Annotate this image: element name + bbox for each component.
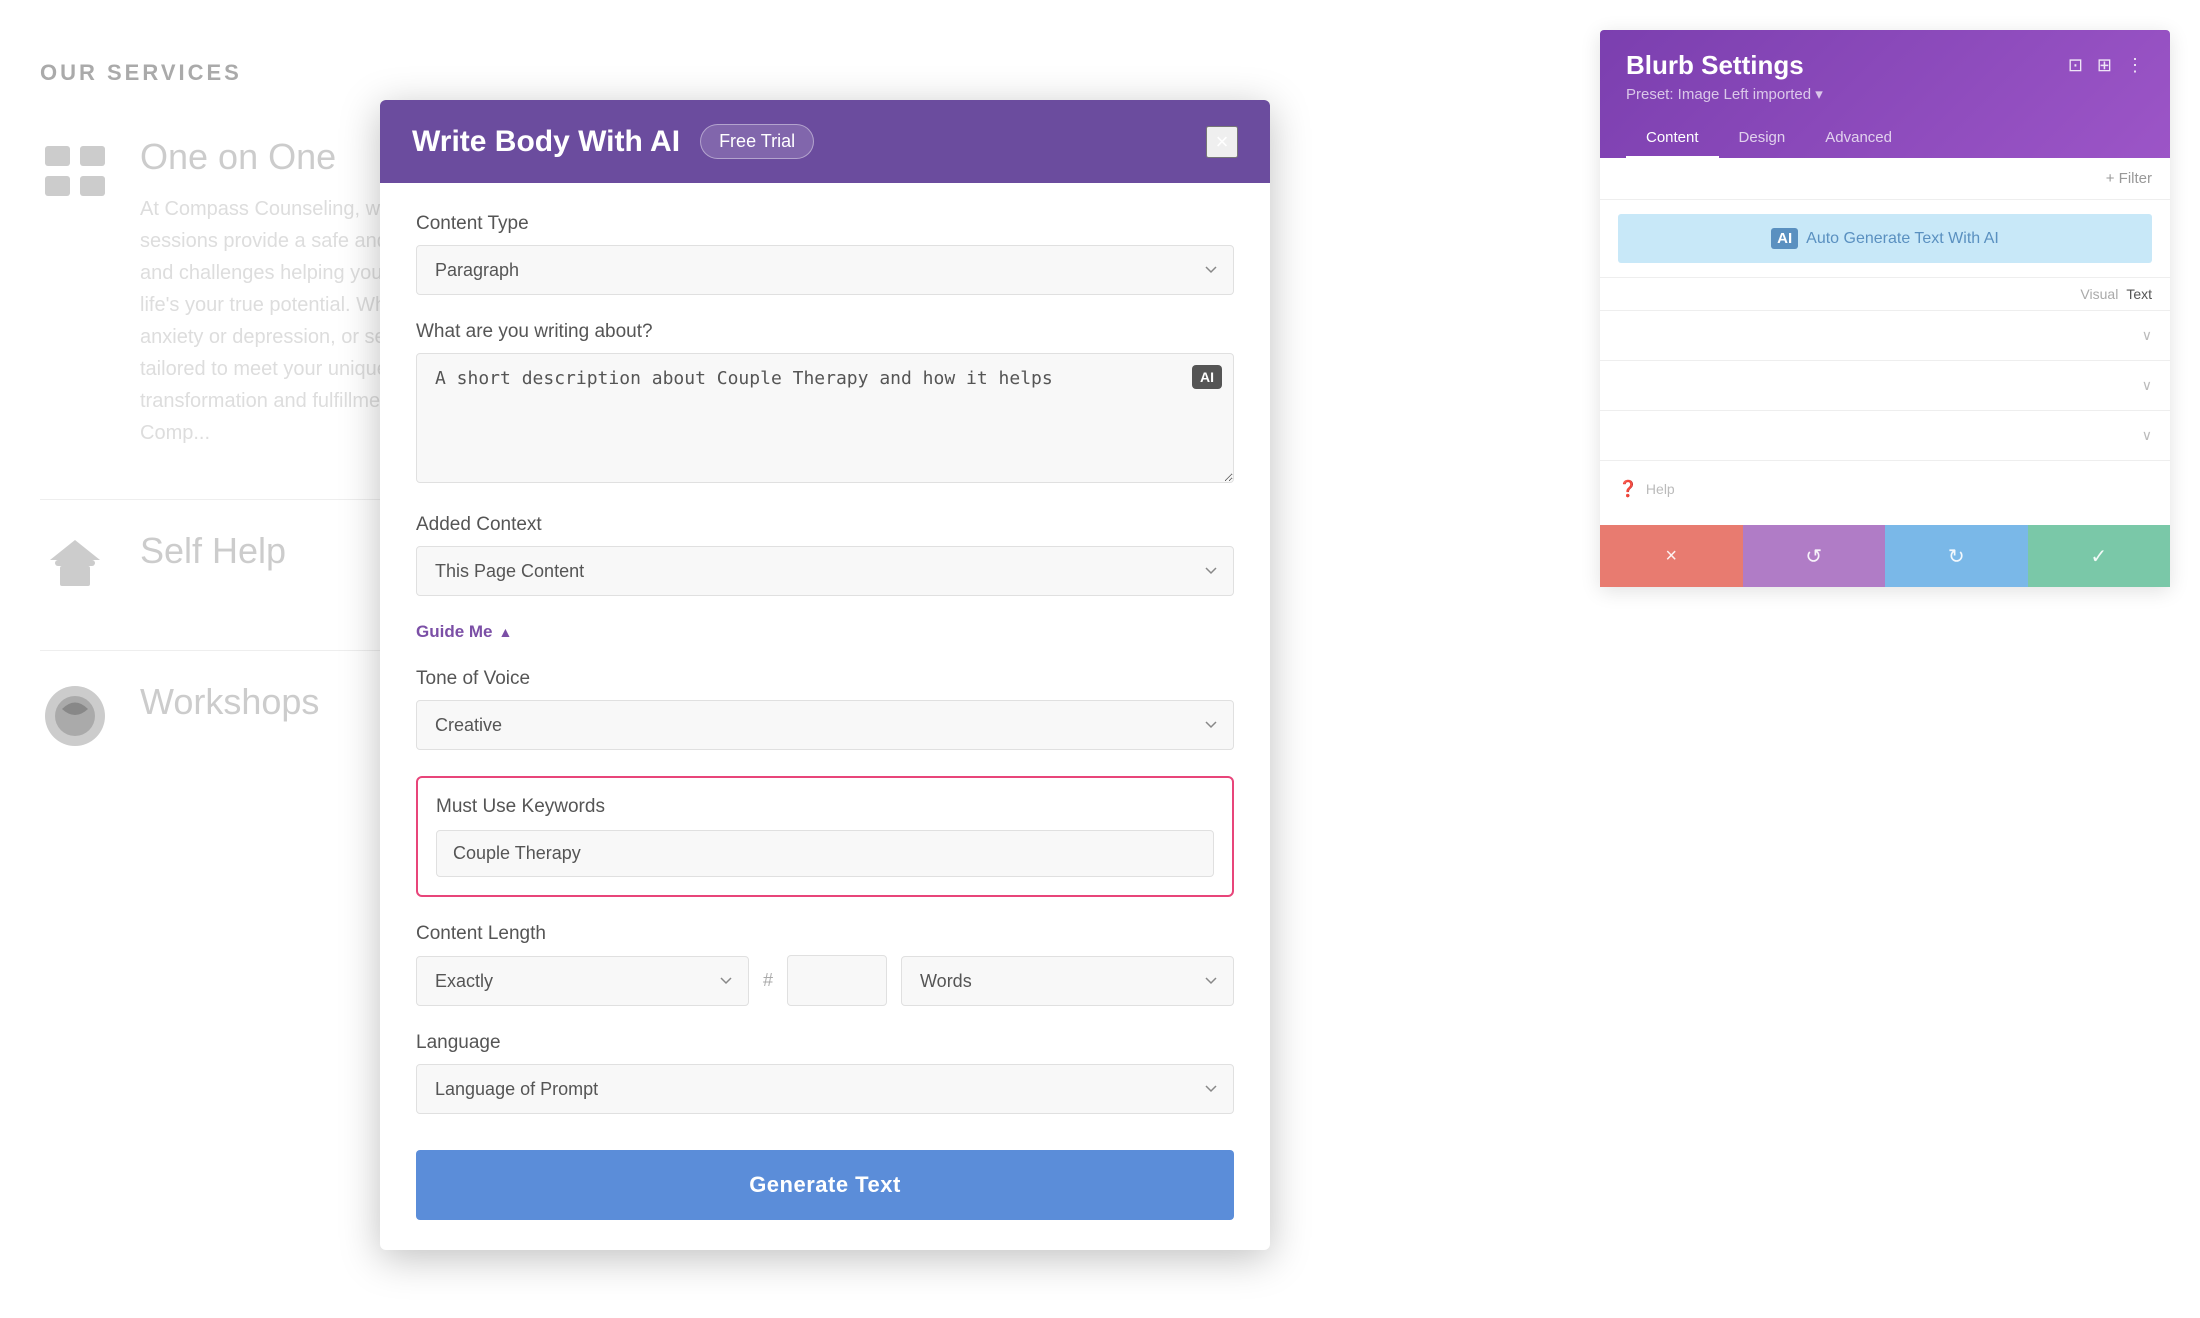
- content-length-row: Exactly At Least At Most # Words Sentenc…: [416, 955, 1234, 1006]
- content-type-select[interactable]: Paragraph Bullet List Numbered List Head…: [416, 245, 1234, 295]
- undo-button[interactable]: ↺: [1743, 525, 1886, 587]
- content-type-group: Content Type Paragraph Bullet List Numbe…: [416, 213, 1234, 295]
- chevron-down-icon-2: ∨: [2142, 377, 2152, 394]
- save-icon: ✓: [2090, 544, 2107, 569]
- hash-symbol: #: [763, 970, 773, 991]
- ai-icon: AI: [1771, 228, 1798, 249]
- content-length-label: Content Length: [416, 923, 1234, 945]
- writing-about-label: What are you writing about?: [416, 321, 1234, 343]
- content-length-unit-select[interactable]: Words Sentences Paragraphs: [901, 956, 1234, 1006]
- tab-advanced[interactable]: Advanced: [1805, 119, 1912, 158]
- visual-mode[interactable]: Visual: [2080, 286, 2118, 302]
- ai-dialog-title-area: Write Body With AI Free Trial: [412, 124, 814, 159]
- chevron-down-icon-3: ∨: [2142, 427, 2152, 444]
- cancel-button[interactable]: ×: [1600, 525, 1743, 587]
- more-icon[interactable]: ⋮: [2126, 55, 2144, 76]
- save-button[interactable]: ✓: [2028, 525, 2171, 587]
- blurb-header: Blurb Settings ⊡ ⊞ ⋮ Preset: Image Left …: [1600, 30, 2170, 158]
- blurb-content-area: + Filter AI Auto Generate Text With AI V…: [1600, 158, 2170, 517]
- service-self-help-info: Self Help: [140, 530, 286, 587]
- keywords-label: Must Use Keywords: [436, 796, 1214, 818]
- ai-dialog-header: Write Body With AI Free Trial ×: [380, 100, 1270, 183]
- generate-text-button[interactable]: Generate Text: [416, 1150, 1234, 1220]
- help-area: ❓ Help: [1600, 461, 2170, 517]
- added-context-label: Added Context: [416, 514, 1234, 536]
- blurb-title: Blurb Settings: [1626, 50, 1804, 81]
- filter-button[interactable]: + Filter: [2106, 170, 2152, 187]
- service-workshops-info: Workshops: [140, 681, 319, 738]
- content-type-label: Content Type: [416, 213, 1234, 235]
- blurb-tabs: Content Design Advanced: [1626, 119, 2144, 158]
- text-mode[interactable]: Text: [2126, 286, 2152, 302]
- layout-icon[interactable]: ⊞: [2097, 55, 2112, 76]
- ai-dialog-body: Content Type Paragraph Bullet List Numbe…: [380, 183, 1270, 1250]
- blurb-preset: Preset: Image Left imported ▾: [1626, 85, 2144, 103]
- help-label: Help: [1646, 481, 1675, 497]
- added-context-select[interactable]: This Page Content Custom None: [416, 546, 1234, 596]
- fullscreen-icon[interactable]: ⊡: [2068, 55, 2083, 76]
- guide-me-area: Guide Me ▲: [416, 622, 1234, 658]
- guide-me-label: Guide Me: [416, 622, 493, 642]
- ai-badge: AI: [1192, 365, 1222, 389]
- blurb-header-icons: ⊡ ⊞ ⋮: [2068, 55, 2144, 76]
- help-icon: ❓: [1618, 479, 1638, 499]
- redo-button[interactable]: ↻: [1885, 525, 2028, 587]
- blurb-settings-panel: Blurb Settings ⊡ ⊞ ⋮ Preset: Image Left …: [1600, 30, 2170, 587]
- content-length-type-select[interactable]: Exactly At Least At Most: [416, 956, 749, 1006]
- filter-row: + Filter: [1600, 158, 2170, 200]
- language-label: Language: [416, 1032, 1234, 1054]
- service-self-help-title: Self Help: [140, 530, 286, 572]
- redo-icon: ↻: [1948, 544, 1965, 569]
- auto-generate-button[interactable]: AI Auto Generate Text With AI: [1618, 214, 2152, 263]
- language-select[interactable]: Language of Prompt English Spanish Frenc…: [416, 1064, 1234, 1114]
- collapse-row-3[interactable]: ∨: [1600, 411, 2170, 461]
- action-bar: × ↺ ↻ ✓: [1600, 525, 2170, 587]
- writing-about-group: What are you writing about? A short desc…: [416, 321, 1234, 488]
- language-group: Language Language of Prompt English Span…: [416, 1032, 1234, 1114]
- keywords-input[interactable]: [436, 830, 1214, 877]
- writing-about-textarea[interactable]: A short description about Couple Therapy…: [416, 353, 1234, 483]
- workshops-icon: [40, 681, 110, 751]
- editor-toolbar: Visual Text: [1600, 277, 2170, 311]
- tone-of-voice-label: Tone of Voice: [416, 668, 1234, 690]
- tab-design[interactable]: Design: [1719, 119, 1806, 158]
- tone-of-voice-group: Tone of Voice Creative Professional Frie…: [416, 668, 1234, 750]
- collapse-row-1[interactable]: ∨: [1600, 311, 2170, 361]
- free-trial-badge: Free Trial: [700, 124, 814, 159]
- ai-dialog: Write Body With AI Free Trial × Content …: [380, 100, 1270, 1250]
- keywords-section: Must Use Keywords: [416, 776, 1234, 897]
- service-workshops-title: Workshops: [140, 681, 319, 723]
- one-on-one-icon: [40, 136, 110, 206]
- content-length-group: Content Length Exactly At Least At Most …: [416, 923, 1234, 1006]
- auto-generate-label: Auto Generate Text With AI: [1806, 230, 1999, 248]
- services-section-label: OUR SERVICES: [40, 60, 710, 86]
- collapse-row-2[interactable]: ∨: [1600, 361, 2170, 411]
- undo-icon: ↺: [1805, 544, 1822, 569]
- added-context-group: Added Context This Page Content Custom N…: [416, 514, 1234, 596]
- content-length-number-input[interactable]: [787, 955, 887, 1006]
- guide-me-link[interactable]: Guide Me ▲: [416, 622, 512, 642]
- tone-of-voice-select[interactable]: Creative Professional Friendly Formal Ca…: [416, 700, 1234, 750]
- writing-textarea-wrapper: A short description about Couple Therapy…: [416, 353, 1234, 488]
- guide-me-arrow-icon: ▲: [499, 624, 513, 640]
- self-help-icon: [40, 530, 110, 600]
- close-button[interactable]: ×: [1206, 126, 1238, 158]
- cancel-icon: ×: [1665, 545, 1677, 568]
- chevron-down-icon-1: ∨: [2142, 327, 2152, 344]
- blurb-header-top: Blurb Settings ⊡ ⊞ ⋮: [1626, 50, 2144, 81]
- ai-dialog-title: Write Body With AI: [412, 125, 680, 159]
- collapse-sections: ∨ ∨ ∨: [1600, 311, 2170, 461]
- tab-content[interactable]: Content: [1626, 119, 1719, 158]
